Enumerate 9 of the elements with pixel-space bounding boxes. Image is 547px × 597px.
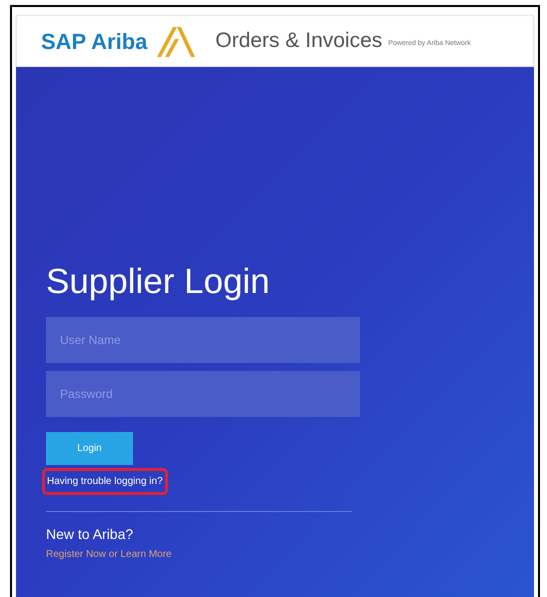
- login-button[interactable]: Login: [46, 432, 133, 465]
- login-title: Supplier Login: [46, 262, 270, 302]
- register-link[interactable]: Register Now or Learn More: [46, 547, 172, 562]
- new-user-heading: New to Ariba?: [46, 525, 134, 544]
- brand-name: SAP Ariba: [41, 28, 148, 56]
- input-field[interactable]: Password: [46, 371, 360, 417]
- input-field[interactable]: User Name: [46, 317, 360, 363]
- product-name: Orders & Invoices: [215, 28, 382, 54]
- help-link[interactable]: Having trouble logging in?: [42, 468, 168, 495]
